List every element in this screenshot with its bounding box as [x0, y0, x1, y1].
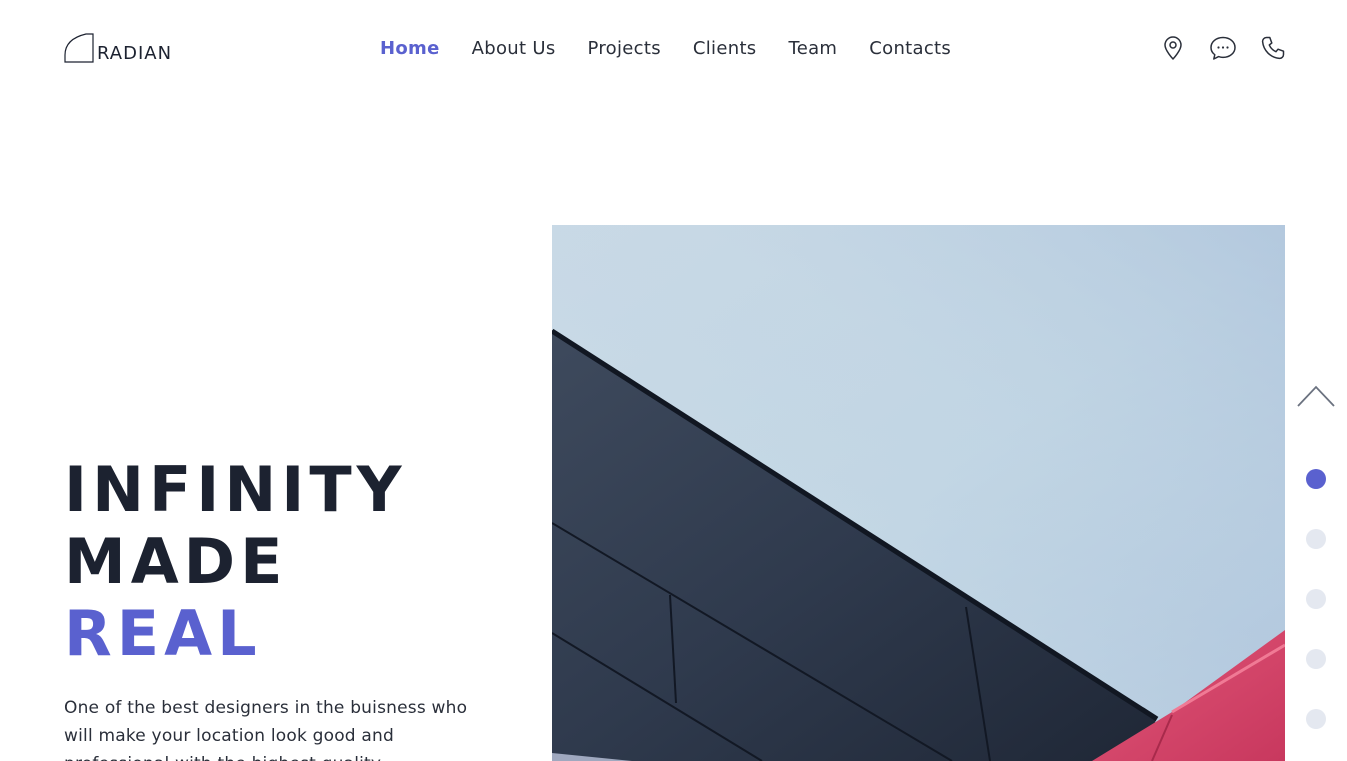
slide-dot-1[interactable] [1306, 469, 1326, 489]
brand-name: RADIAN [97, 43, 173, 64]
header-icons [1159, 34, 1287, 62]
hero-title-line1: INFINITY [64, 453, 407, 526]
nav-item-projects[interactable]: Projects [588, 37, 661, 61]
nav-item-about-us[interactable]: About Us [472, 37, 556, 61]
brand-logo[interactable]: RADIAN [64, 33, 172, 63]
radian-logo-icon [64, 33, 94, 63]
chat-bubble-icon[interactable] [1209, 34, 1237, 62]
phone-icon[interactable] [1259, 34, 1287, 62]
slide-dot-5[interactable] [1306, 709, 1326, 729]
slide-dot-2[interactable] [1306, 529, 1326, 549]
hero-title-line2: MADE [64, 525, 288, 598]
nav-item-contacts[interactable]: Contacts [869, 37, 951, 61]
nav-item-clients[interactable]: Clients [693, 37, 757, 61]
hero-title-line3: REAL [64, 597, 262, 670]
hero-image [552, 225, 1285, 761]
page: RADIAN Home About Us Projects Clients Te… [0, 0, 1347, 761]
nav-item-team[interactable]: Team [788, 37, 837, 61]
nav-item-home[interactable]: Home [380, 37, 440, 61]
scroll-up-arrow-icon[interactable] [1297, 384, 1335, 408]
slide-dot-4[interactable] [1306, 649, 1326, 669]
slide-pagination [1306, 469, 1326, 729]
building-photo [552, 225, 1285, 761]
main-nav: Home About Us Projects Clients Team Cont… [380, 37, 983, 61]
hero-title: INFINITY MADE REAL [64, 454, 407, 670]
location-pin-icon[interactable] [1159, 34, 1187, 62]
slide-dot-3[interactable] [1306, 589, 1326, 609]
hero-description: One of the best designers in the buisnes… [64, 698, 468, 761]
